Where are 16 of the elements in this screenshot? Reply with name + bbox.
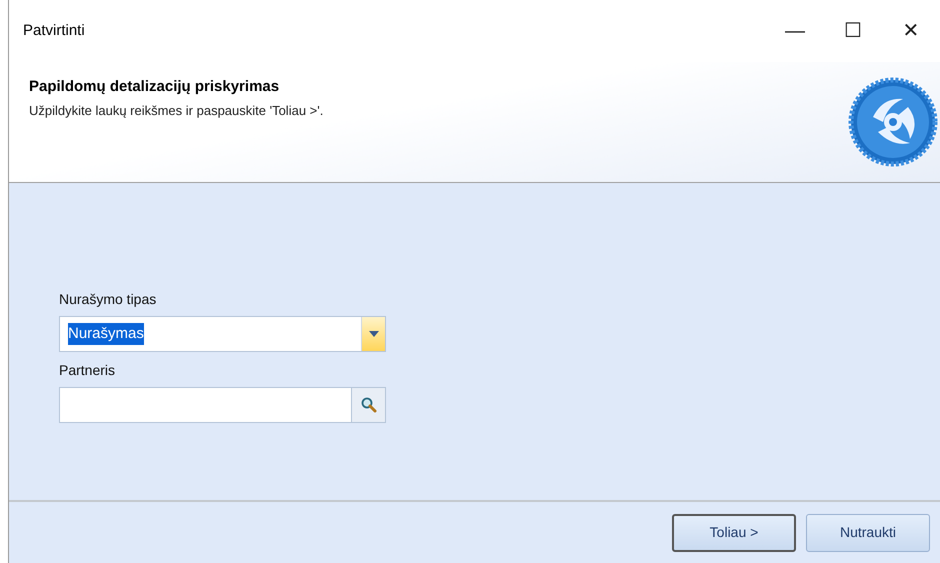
close-button[interactable]: ✕ bbox=[882, 11, 940, 51]
search-icon[interactable] bbox=[360, 397, 376, 413]
field-label: Partneris bbox=[59, 361, 116, 380]
header-subtitle: Užpildykite laukų reikšmes ir paspauskite 'Toliau >'. bbox=[29, 102, 324, 120]
dropdown-field[interactable]: Nurašymas bbox=[59, 316, 386, 352]
next-button[interactable]: Toliau > bbox=[672, 514, 796, 552]
minimize-button[interactable]: — bbox=[766, 11, 824, 51]
lookup-field[interactable] bbox=[59, 387, 386, 423]
cancel-button[interactable]: Nutraukti bbox=[806, 514, 930, 552]
window-title: Patvirtinti bbox=[23, 20, 85, 41]
field-label: Nurašymo tipas bbox=[59, 290, 158, 309]
dropdown-arrow-icon[interactable] bbox=[368, 331, 378, 337]
header-title: Papildomų detalizacijų priskyrimas bbox=[29, 77, 280, 97]
maximize-button[interactable]: ☐ bbox=[824, 11, 882, 51]
field-value: Nurašymas bbox=[68, 322, 144, 346]
gear-icon bbox=[848, 77, 938, 167]
